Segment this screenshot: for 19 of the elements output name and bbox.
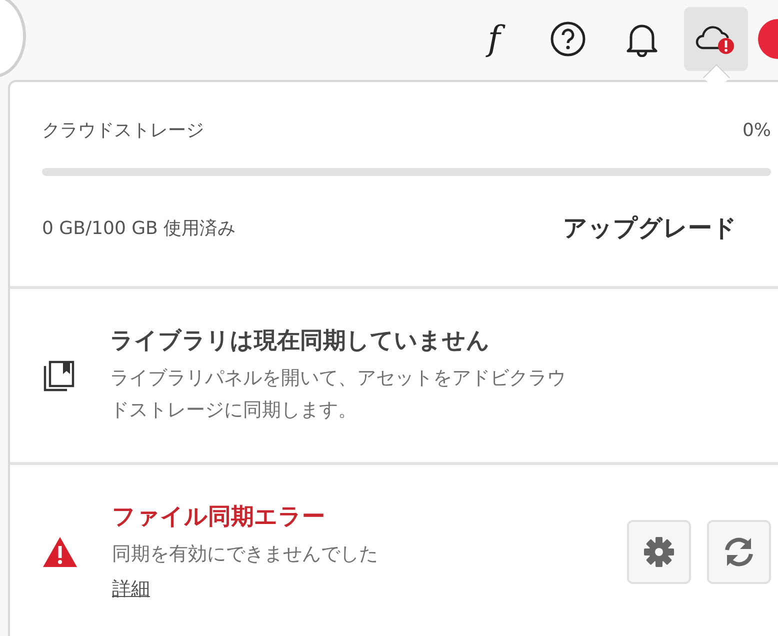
sync-error-title: ファイル同期エラー [112,503,326,532]
gear-icon [643,536,675,568]
refresh-icon [722,536,756,568]
settings-button[interactable] [627,520,691,584]
fonts-button[interactable]: f [462,7,526,71]
library-status-title: ライブラリは現在同期していません [110,327,491,356]
storage-usage: 0 GB/100 GB 使用済み [42,217,236,240]
font-icon: f [482,17,506,61]
library-status-description: ライブラリパネルを開いて、アセットをアドビクラウドストレージに同期します。 [110,366,567,423]
storage-percent: 0% [742,120,771,140]
warning-icon [42,536,78,568]
library-icon [42,360,76,392]
storage-label: クラウドストレージ [42,119,204,142]
sync-error-description: 同期を有効にできませんでした [112,542,379,567]
refresh-button[interactable] [707,520,771,584]
upgrade-button[interactable]: アップグレード [563,212,737,244]
cloud-button[interactable] [684,7,748,71]
help-icon [550,21,586,57]
details-link[interactable]: 詳細 [112,576,150,602]
